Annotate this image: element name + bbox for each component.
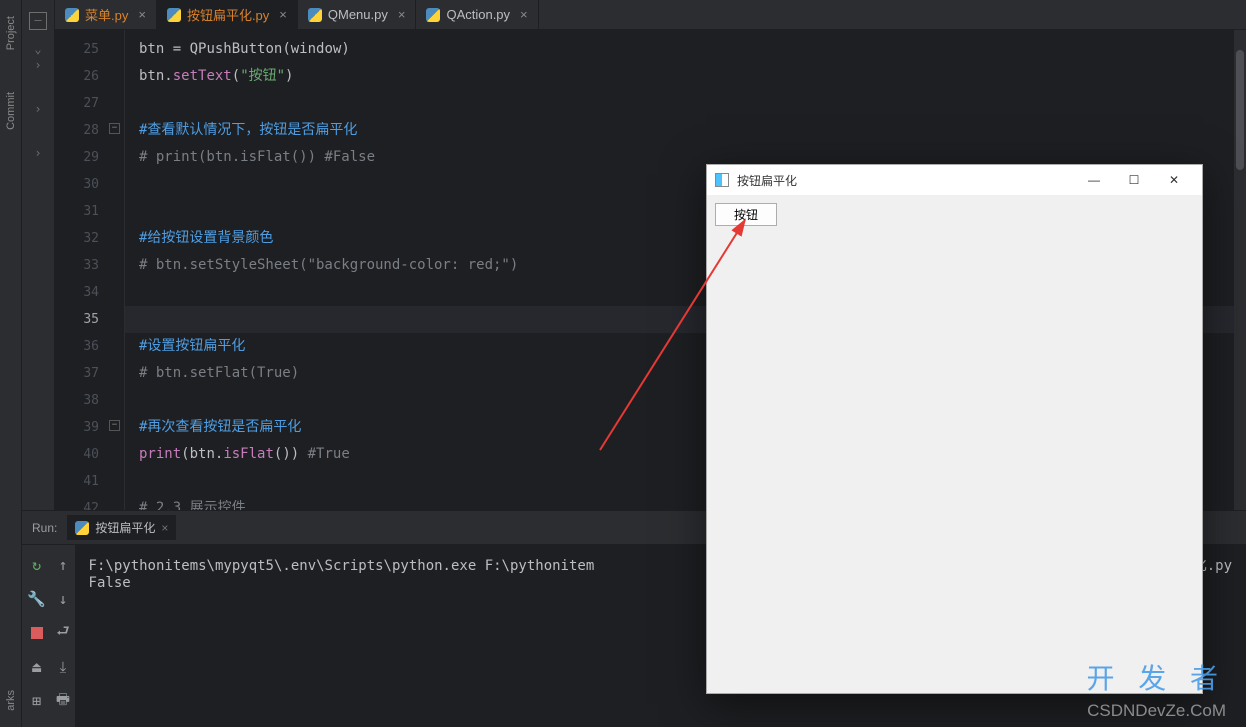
python-file-icon [426,8,440,22]
watermark-text: CSDNDevZe.CoM [1087,701,1226,721]
close-icon[interactable]: × [138,7,146,22]
bookmarks-tool-button[interactable]: arks [5,684,17,717]
run-label: Run: [32,521,57,535]
code-line[interactable]: btn.setText("按钮") [125,63,1246,90]
watermark-text: 开 发 者 [1086,657,1226,697]
line-number: 33 [55,252,124,279]
line-number: 31 [55,198,124,225]
exit-icon[interactable]: ⏏ [27,657,47,677]
fold-icon[interactable]: − [109,123,120,134]
line-number: 29 [55,144,124,171]
down-arrow-icon[interactable]: ↓ [53,589,73,609]
soft-wrap-icon[interactable]: ⮐ [53,623,73,643]
line-number: 28− [55,117,124,144]
line-number: 37 [55,360,124,387]
window-app-icon [715,173,729,187]
line-number-gutter: 25262728−2930313233343536373839−404142 [55,30,125,510]
close-icon[interactable]: × [161,521,168,535]
tab-button-flatten-py[interactable]: 按钮扁平化.py × [157,0,298,29]
tab-qaction-py[interactable]: QAction.py × [416,0,538,29]
project-panel-collapsed: — ⌄ › › › [22,0,55,510]
line-number: 35 [55,306,124,333]
vertical-scrollbar[interactable] [1234,30,1246,510]
layout-icon[interactable]: ⊞ [27,691,47,711]
python-file-icon [65,8,79,22]
collapse-toggle-icon[interactable]: — [29,12,47,30]
run-tools-column-2: ↑ ↓ ⮐ ⤓ 🖶 [51,545,74,727]
rerun-icon[interactable]: ↻ [27,555,47,575]
editor-tabs: 菜单.py × 按钮扁平化.py × QMenu.py × QAction.py… [55,0,1246,30]
python-file-icon [167,8,181,22]
code-line[interactable]: btn = QPushButton(window) [125,36,1246,63]
line-number: 39− [55,414,124,441]
window-controls: — ☐ ✕ [1074,166,1194,194]
close-icon[interactable]: × [279,7,287,22]
window-titlebar[interactable]: 按钮扁平化 — ☐ ✕ [707,165,1202,195]
line-number: 30 [55,171,124,198]
qt-push-button[interactable]: 按钮 [715,203,777,226]
line-number: 32 [55,225,124,252]
line-number: 36 [55,333,124,360]
chevron-right-icon[interactable]: › [22,102,54,116]
code-line[interactable]: #查看默认情况下，按钮是否扁平化 [125,117,1246,144]
chevron-right-icon[interactable]: › [22,58,54,72]
close-icon[interactable]: × [520,7,528,22]
scrollbar-thumb[interactable] [1236,50,1244,170]
run-tools-column-1: ↻ 🔧 ⏏ ⊞ [22,545,51,727]
tab-qmenu-py[interactable]: QMenu.py × [298,0,417,29]
chevron-right-icon[interactable]: › [22,146,54,160]
tab-label: QMenu.py [328,7,388,22]
tab-menu-py[interactable]: 菜单.py × [55,0,157,29]
minimize-button[interactable]: — [1074,166,1114,194]
maximize-button[interactable]: ☐ [1114,166,1154,194]
tab-label: 菜单.py [85,5,128,24]
python-file-icon [75,521,89,535]
line-number: 34 [55,279,124,306]
run-tab-label: 按钮扁平化 [95,519,155,536]
run-config-tab[interactable]: 按钮扁平化 × [67,515,176,540]
window-client-area: 按钮 [707,195,1202,234]
fold-icon[interactable]: − [109,420,120,431]
project-tool-button[interactable]: Project [5,10,17,56]
left-tool-strip: Project Commit arks [0,0,22,727]
line-number: 41 [55,468,124,495]
line-number: 27 [55,90,124,117]
line-number: 26 [55,63,124,90]
wrench-icon[interactable]: 🔧 [27,589,47,609]
window-title: 按钮扁平化 [737,172,797,189]
up-arrow-icon[interactable]: ↑ [53,555,73,575]
commit-tool-button[interactable]: Commit [5,86,17,136]
qt-app-window[interactable]: 按钮扁平化 — ☐ ✕ 按钮 [706,164,1203,694]
line-number: 38 [55,387,124,414]
close-button[interactable]: ✕ [1154,166,1194,194]
close-icon[interactable]: × [398,7,406,22]
code-line[interactable] [125,90,1246,117]
line-number: 25 [55,36,124,63]
python-file-icon [308,8,322,22]
console-line: False [89,575,131,591]
tab-label: QAction.py [446,7,510,22]
tab-label: 按钮扁平化.py [187,5,269,24]
line-number: 40 [55,441,124,468]
stop-icon[interactable] [27,623,47,643]
chevron-down-icon[interactable]: ⌄ [22,42,54,56]
print-icon[interactable]: 🖶 [53,691,73,711]
scroll-to-end-icon[interactable]: ⤓ [53,657,73,677]
